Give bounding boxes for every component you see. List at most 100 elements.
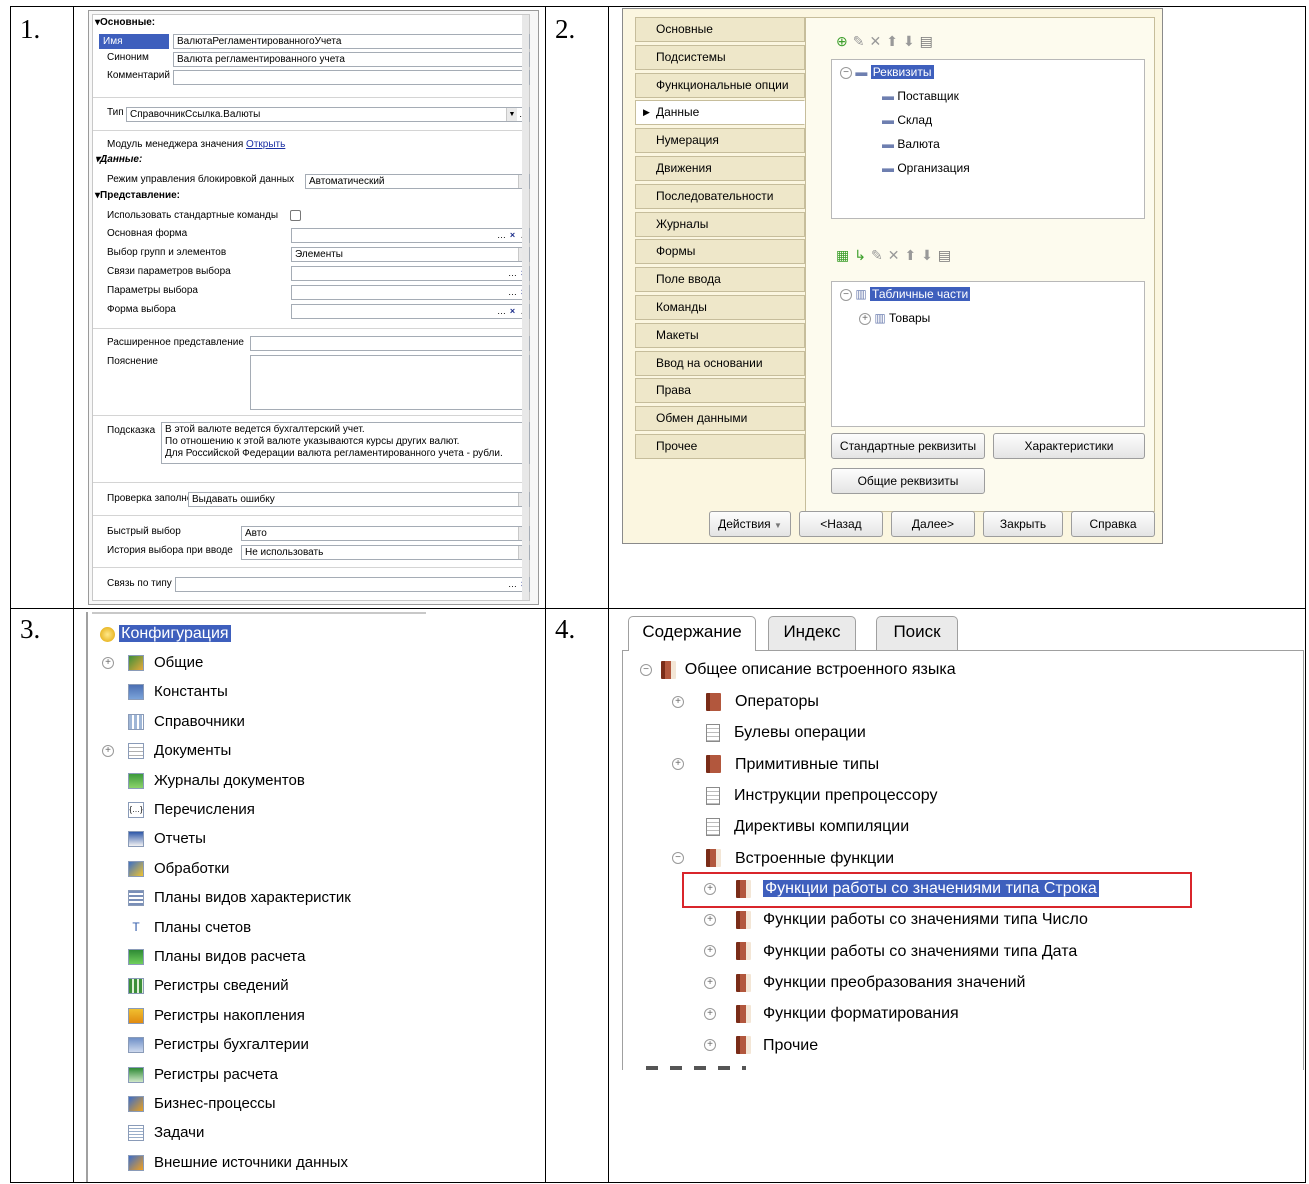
tab-5[interactable]: Нумерация (635, 128, 805, 154)
tree-item[interactable]: Планы видов характеристик (102, 888, 351, 908)
main-form-field[interactable]: …×⌕ (291, 228, 530, 243)
actions-button[interactable]: Действия ▼ (709, 511, 791, 537)
tree-item[interactable]: Отчеты (102, 829, 206, 849)
tab-3[interactable]: Функциональные опции (635, 72, 805, 98)
tab-7[interactable]: Последовательности (635, 183, 805, 209)
section-data-header[interactable]: ▾Данные: (95, 154, 142, 165)
sort-icon[interactable]: ▤ (938, 247, 956, 263)
tree-item[interactable]: + Функции работы со значениями типа Число (704, 909, 1088, 931)
expand-icon[interactable]: + (704, 976, 716, 989)
expand-icon[interactable]: + (102, 745, 114, 758)
collapse-icon[interactable]: − (840, 288, 852, 301)
ellipsis-icon[interactable]: … (507, 578, 518, 591)
tree-root-tabular[interactable]: − ▥ Табличные части (840, 287, 971, 301)
tree-item[interactable]: + ▥ Товары (859, 311, 930, 325)
help-button[interactable]: Справка (1071, 511, 1155, 537)
tree-item[interactable]: Инструкции препроцессору (672, 785, 937, 807)
add-icon[interactable]: ⊕ (836, 33, 853, 49)
tree-item[interactable]: Обработки (102, 859, 229, 879)
tree-item[interactable]: Директивы компиляции (672, 816, 909, 838)
tree-item[interactable]: Регистры накопления (102, 1006, 305, 1026)
expand-icon[interactable]: + (704, 945, 716, 958)
sort-icon[interactable]: ▤ (920, 33, 938, 49)
tree-item[interactable]: Задачи (102, 1123, 204, 1143)
tree-item[interactable]: Бизнес-процессы (102, 1094, 276, 1114)
expand-icon[interactable]: + (704, 1039, 716, 1052)
tree-item[interactable]: Регистры сведений (102, 976, 289, 996)
module-open-link[interactable]: Открыть (246, 139, 285, 150)
next-button[interactable]: Далее> (891, 511, 975, 537)
tree-item[interactable]: Справочники (102, 712, 245, 732)
tree-item[interactable]: {…} Перечисления (102, 800, 255, 820)
type-field[interactable]: СправочникСсылка.Валюты▼… (126, 107, 530, 122)
chevron-down-icon[interactable]: ▼ (506, 108, 517, 121)
tree-item[interactable]: + Прочие (704, 1035, 818, 1057)
std-commands-checkbox[interactable] (290, 210, 301, 221)
choice-links-field[interactable]: …× (291, 266, 530, 281)
ellipsis-icon[interactable]: … (496, 229, 507, 242)
ellipsis-icon[interactable]: … (496, 305, 507, 318)
tab-search[interactable]: Поиск (876, 616, 958, 650)
quick-choice-select[interactable]: Авто▼ (241, 526, 530, 541)
move-down-icon[interactable]: ⬇ (903, 33, 920, 49)
tab-9[interactable]: Формы (635, 239, 805, 265)
expand-icon[interactable]: + (859, 312, 871, 325)
comment-field[interactable] (173, 70, 530, 85)
close-button[interactable]: Закрыть (983, 511, 1063, 537)
choice-form-field[interactable]: …×⌕ (291, 304, 530, 319)
collapse-icon[interactable]: − (640, 663, 652, 676)
hint-field[interactable]: В этой валюте ведется бухгалтерский учет… (161, 422, 530, 464)
history-select[interactable]: Не использовать▼ (241, 545, 530, 560)
tree-item[interactable]: + Общие (102, 653, 203, 673)
ellipsis-icon[interactable]: … (507, 286, 518, 299)
tab-11[interactable]: Команды (635, 295, 805, 320)
expand-icon[interactable]: + (672, 758, 684, 771)
expand-icon[interactable]: + (704, 914, 716, 927)
tree-item[interactable]: Журналы документов (102, 771, 305, 791)
extended-view-field[interactable] (250, 336, 530, 351)
tab-14[interactable]: Права (635, 378, 805, 404)
add-child-icon[interactable]: ↳ (854, 247, 871, 263)
expand-icon[interactable]: + (672, 695, 684, 708)
back-button[interactable]: <Назад (799, 511, 883, 537)
edit-icon[interactable]: ✎ (853, 33, 870, 49)
section-main-header[interactable]: ▾Основные: (95, 17, 155, 28)
tree-item[interactable]: ▬ Организация (882, 161, 970, 175)
tree-item[interactable]: ▬ Поставщик (882, 89, 959, 103)
move-down-icon[interactable]: ⬇ (921, 247, 938, 263)
add-table-icon[interactable]: ▦ (836, 247, 854, 263)
tree-root-requisites[interactable]: − ▬ Реквизиты (840, 65, 934, 79)
tab-2[interactable]: Подсистемы (635, 44, 805, 70)
move-up-icon[interactable]: ⬆ (904, 247, 921, 263)
expand-icon[interactable]: + (102, 657, 114, 670)
tab-index[interactable]: Индекс (768, 616, 856, 650)
tree-item[interactable]: Внешние источники данных (102, 1153, 348, 1173)
tree-item[interactable]: Т Планы счетов (102, 918, 251, 938)
tree-root-configuration[interactable]: Конфигурация (100, 624, 231, 644)
ellipsis-icon[interactable]: … (507, 267, 518, 280)
clear-icon[interactable]: × (507, 229, 518, 242)
groups-choice-select[interactable]: Элементы▼ (291, 247, 530, 262)
tree-item[interactable]: + Функции преобразования значений (704, 972, 1025, 994)
tab-4[interactable]: ▶ Данные (635, 100, 805, 126)
name-field[interactable]: ВалютаРегламентированногоУчета (173, 34, 530, 49)
tree-item[interactable]: Регистры бухгалтерии (102, 1035, 309, 1055)
edit-icon[interactable]: ✎ (871, 247, 888, 263)
tab-15[interactable]: Обмен данными (635, 406, 805, 432)
choice-params-field[interactable]: …× (291, 285, 530, 300)
tree-item[interactable]: Регистры расчета (102, 1065, 278, 1085)
section-view-header[interactable]: ▾Представление: (95, 190, 180, 201)
tab-10[interactable]: Поле ввода (635, 267, 805, 293)
tab-1[interactable]: Основные (635, 17, 805, 42)
tab-16[interactable]: Прочее (635, 434, 805, 459)
tab-12[interactable]: Макеты (635, 322, 805, 348)
clear-icon[interactable]: × (507, 305, 518, 318)
lock-mode-select[interactable]: Автоматический▼ (305, 174, 530, 189)
tree-item[interactable]: ▬ Склад (882, 113, 932, 127)
explanation-field[interactable] (250, 355, 530, 410)
tree-item[interactable]: ▬ Валюта (882, 137, 940, 151)
tree-item[interactable]: Планы видов расчета (102, 947, 305, 967)
synonym-field[interactable]: Валюта регламентированного учета (173, 52, 530, 67)
tree-item[interactable]: − Встроенные функции (672, 848, 894, 870)
scrollbar[interactable] (522, 15, 529, 600)
